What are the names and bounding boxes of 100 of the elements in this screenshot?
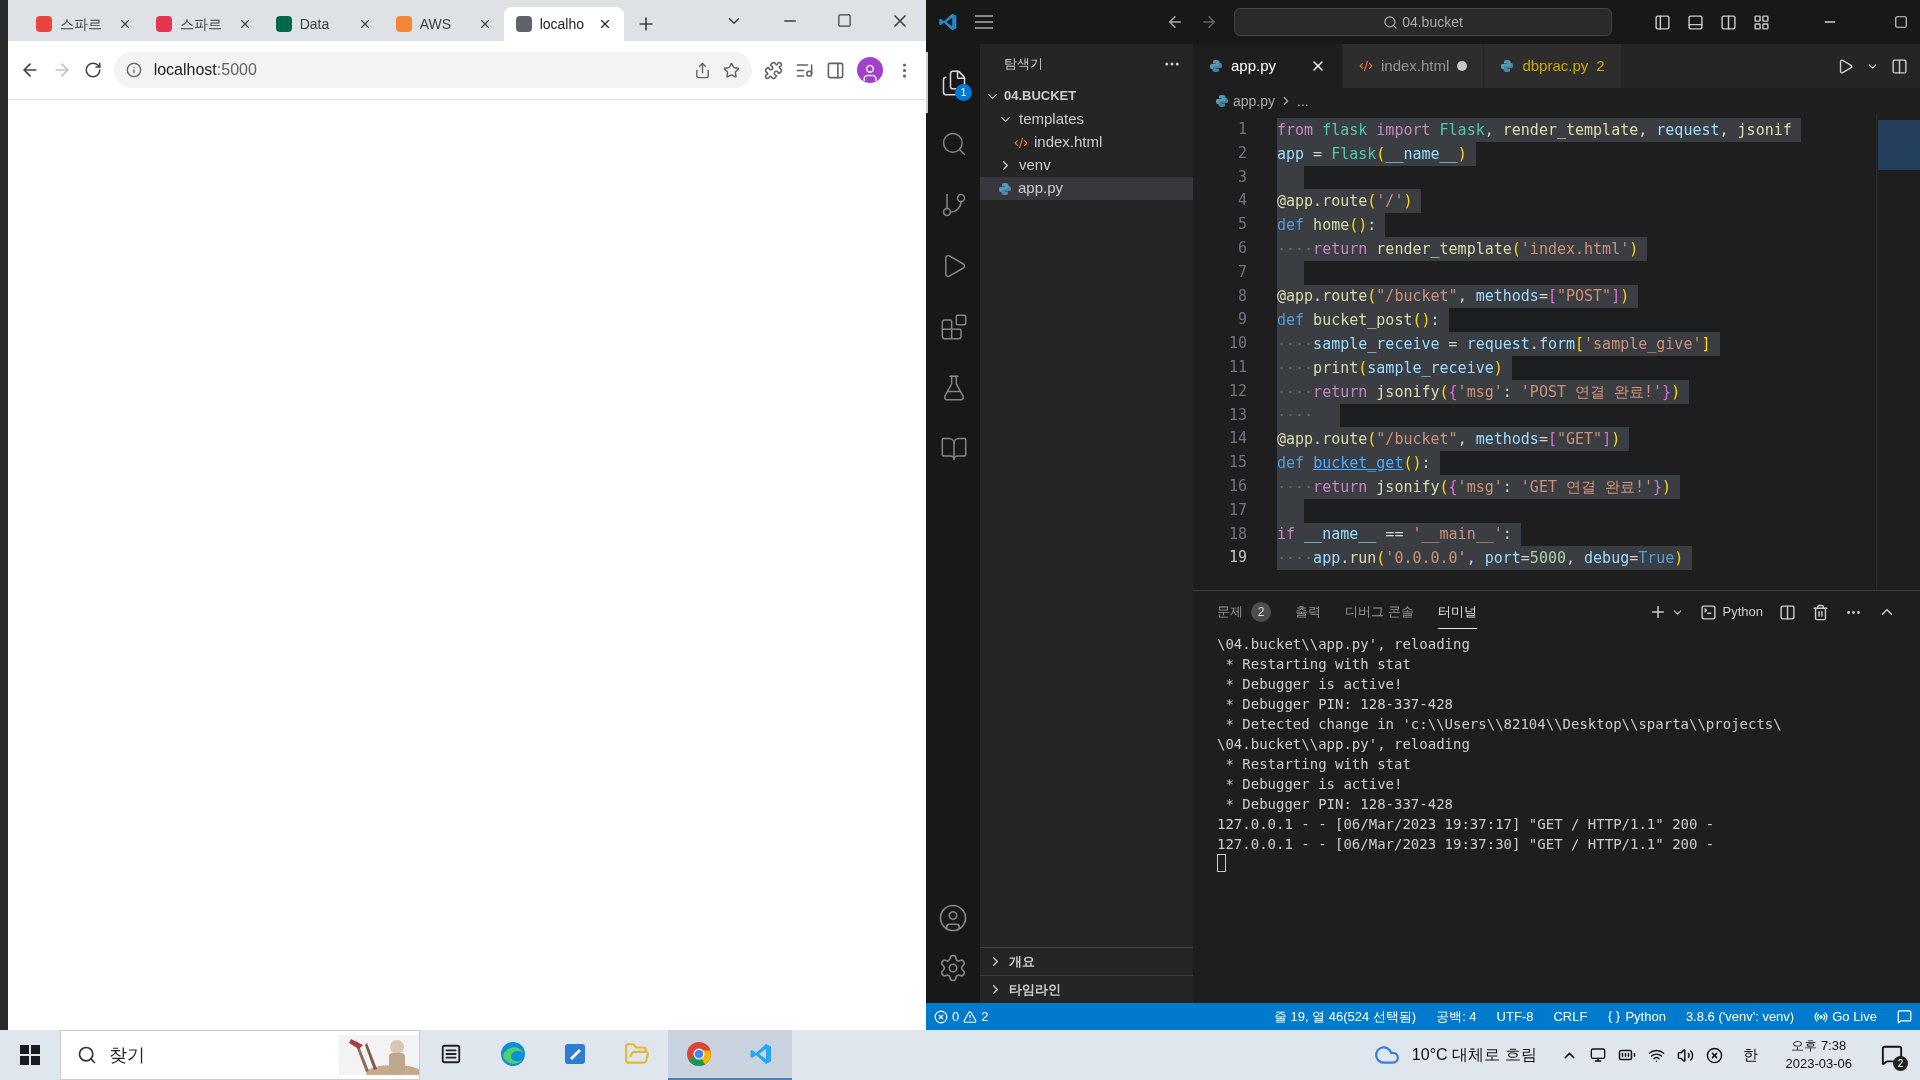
address-bar[interactable]: localhost:5000 <box>113 52 752 88</box>
folder-icon <box>624 1041 650 1067</box>
feedback-icon[interactable] <box>1897 1009 1912 1024</box>
files-icon <box>940 68 968 97</box>
section-header[interactable]: 개요 <box>980 947 1193 975</box>
notification-badge: 1 <box>955 84 972 101</box>
side-panel-icon[interactable] <box>826 60 845 80</box>
search-icon <box>77 1045 97 1065</box>
command-center-search[interactable]: 04.bucket <box>1234 8 1612 36</box>
task-view-icon <box>440 1043 462 1065</box>
panel-tab[interactable]: 터미널 <box>1437 595 1477 629</box>
interpreter-status[interactable]: 3.8.6 ('venv': venv) <box>1685 1006 1795 1027</box>
notification-center-button[interactable]: 2 <box>1872 1035 1912 1075</box>
clock[interactable]: 오후 7:38 2023-03-06 <box>1777 1037 1860 1073</box>
tab-title: localho <box>539 14 585 34</box>
go-live-button[interactable]: Go Live <box>1814 1006 1877 1027</box>
broadcast-icon <box>1814 1009 1829 1024</box>
volume-icon[interactable] <box>1676 1046 1694 1064</box>
maximize-icon[interactable] <box>837 13 852 28</box>
input-method-indicator[interactable]: 한 <box>1742 1043 1758 1067</box>
tree-item[interactable]: index.html <box>980 131 1193 154</box>
forward-icon[interactable] <box>1200 13 1218 31</box>
reload-icon[interactable] <box>83 61 102 79</box>
back-icon[interactable] <box>1166 13 1184 31</box>
editor-tab[interactable]: dbprac.py 2 <box>1484 44 1622 88</box>
browser-tab[interactable]: Data <box>263 7 384 41</box>
line-number: 7 <box>1236 261 1248 283</box>
code-brackets-icon <box>1014 135 1028 150</box>
python-file-icon <box>998 181 1012 196</box>
panel-tab[interactable]: 디버그 콘솔 <box>1345 595 1414 629</box>
problems-status[interactable]: 0 2 <box>934 1006 989 1027</box>
line-number: 5 <box>1236 214 1248 236</box>
terminal-line: 127.0.0.1 - - [06/Mar/2023 19:37:30] "GET / HTTP/1.1" 200 - <box>1217 835 1715 854</box>
breadcrumb-item[interactable]: ... <box>1297 90 1309 112</box>
python-file-icon <box>1215 94 1229 108</box>
terminal-icon <box>1699 603 1717 621</box>
panel-tab[interactable]: 출력 <box>1295 595 1321 629</box>
line-number: 12 <box>1227 380 1248 402</box>
line-number: 3 <box>1236 166 1248 188</box>
line-ending-status[interactable]: CRLF <box>1553 1006 1588 1027</box>
indentation-status[interactable]: 공백: 4 <box>1436 1006 1477 1027</box>
toggle-sidebar-icon[interactable] <box>1654 13 1671 31</box>
weather-text[interactable]: 10°C 대체로 흐림 <box>1411 1043 1537 1067</box>
language-mode[interactable]: Python <box>1607 1006 1666 1027</box>
search-icon <box>1383 14 1399 30</box>
toggle-panel-icon[interactable] <box>1687 13 1704 31</box>
terminal-line: * Restarting with stat <box>1224 755 1411 774</box>
line-number: 4 <box>1236 190 1248 212</box>
tree-item[interactable]: venv <box>980 154 1193 177</box>
person-icon <box>860 63 880 83</box>
browser-tab[interactable]: AWS <box>383 7 504 41</box>
editor-tab[interactable]: app.py <box>1193 44 1343 88</box>
notification-count: 2 <box>1893 1056 1908 1071</box>
share-icon[interactable] <box>694 61 711 79</box>
line-number: 1 <box>1236 119 1248 140</box>
terminal-line: * Detected change in 'c:\\Users\\82104\\Desktop\\sparta\\projects\ <box>1224 715 1782 734</box>
cursor-position[interactable]: 줄 19, 열 46(524 선택됨) <box>1273 1006 1417 1027</box>
terminal-cursor <box>1217 854 1226 872</box>
encoding-status[interactable]: UTF-8 <box>1496 1006 1534 1027</box>
tree-item[interactable]: templates <box>980 108 1193 131</box>
edge-icon <box>500 1041 526 1067</box>
editor-tab[interactable]: index.html <box>1343 44 1485 88</box>
line-number: 6 <box>1236 238 1248 259</box>
pen-document-icon <box>563 1042 587 1066</box>
bookmark-star-icon[interactable] <box>723 61 740 79</box>
tree-item[interactable]: app.py <box>980 177 1193 200</box>
terminal-selector[interactable]: Python <box>1699 602 1763 622</box>
line-number: 16 <box>1227 475 1248 497</box>
toggle-secondary-sidebar-icon[interactable] <box>1720 13 1737 31</box>
settings-icon[interactable] <box>938 953 968 983</box>
line-number: 14 <box>1227 428 1248 450</box>
url-text: localhost:5000 <box>153 60 258 80</box>
split-terminal-icon[interactable] <box>1779 603 1796 621</box>
run-icon[interactable] <box>1837 57 1854 75</box>
terminal-line: \04.bucket\\app.py', reloading <box>1217 635 1470 654</box>
chrome-icon <box>686 1041 712 1067</box>
info-icon <box>125 62 142 78</box>
panel-tab[interactable]: 문제 2 <box>1217 595 1271 629</box>
account-icon[interactable] <box>938 903 968 933</box>
browser-tab[interactable]: 스파르 <box>143 7 264 41</box>
extensions-icon[interactable] <box>764 60 783 80</box>
trash-icon[interactable] <box>1812 603 1829 621</box>
browser-tab[interactable]: localho <box>503 7 624 41</box>
monitor-icon[interactable] <box>1589 1047 1606 1063</box>
menu-icon[interactable] <box>974 15 994 29</box>
taskbar-search-field[interactable]: 찾기 <box>60 1030 420 1080</box>
status-icon[interactable] <box>1705 1046 1723 1064</box>
split-editor-icon[interactable] <box>1891 57 1908 75</box>
terminal-line: \04.bucket\\app.py', reloading <box>1217 735 1470 754</box>
python-file-icon <box>1500 59 1515 73</box>
layout-icon[interactable] <box>1753 13 1770 31</box>
breadcrumb-item[interactable]: app.py <box>1233 90 1276 112</box>
line-number: 19 <box>1227 547 1248 569</box>
browser-tab[interactable]: 스파르 <box>23 7 144 41</box>
line-number: 2 <box>1236 142 1248 164</box>
tab-title: 스파르 <box>179 14 223 34</box>
profile-avatar[interactable] <box>857 57 883 83</box>
vscode-icon <box>749 1042 773 1066</box>
line-number: 9 <box>1236 309 1248 331</box>
tree-item[interactable]: 04.BUCKET <box>980 84 1193 108</box>
